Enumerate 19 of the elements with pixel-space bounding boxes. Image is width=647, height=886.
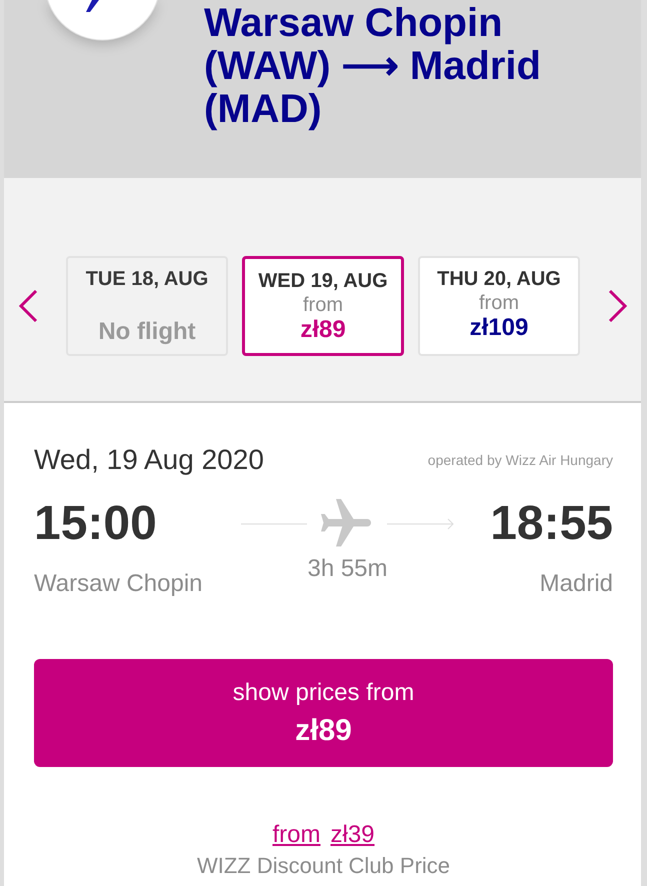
route-arrow — [387, 518, 454, 530]
operator-text: operated by Wizz Air Hungary — [428, 451, 613, 469]
arrival-time: 18:55 — [490, 496, 613, 552]
route-line — [241, 523, 307, 525]
airplane-icon — [321, 499, 371, 549]
chevron-left-icon[interactable] — [18, 290, 38, 322]
show-prices-button[interactable]: show prices from zł89 — [34, 659, 613, 767]
flight-duration: 3h 55m — [307, 554, 388, 584]
club-price-link[interactable]: zł39 — [330, 820, 375, 850]
flight-date: Wed, 19 Aug 2020 — [34, 443, 264, 477]
departure-time: 15:00 — [34, 496, 157, 552]
chevron-right-icon[interactable] — [608, 290, 628, 322]
club-price-caption: WIZZ Discount Club Price — [196, 852, 450, 880]
route-title: Warsaw Chopin (WAW) ⟶ Madrid (MAD) — [204, 0, 542, 131]
departure-airport: Warsaw Chopin — [34, 569, 203, 599]
from-link[interactable]: from — [272, 820, 320, 850]
arrival-airport: Madrid — [540, 569, 613, 599]
date-card[interactable]: WED 19, AUG from zł89 — [242, 256, 404, 356]
date-card[interactable]: THU 20, AUG from zł109 — [418, 256, 580, 356]
